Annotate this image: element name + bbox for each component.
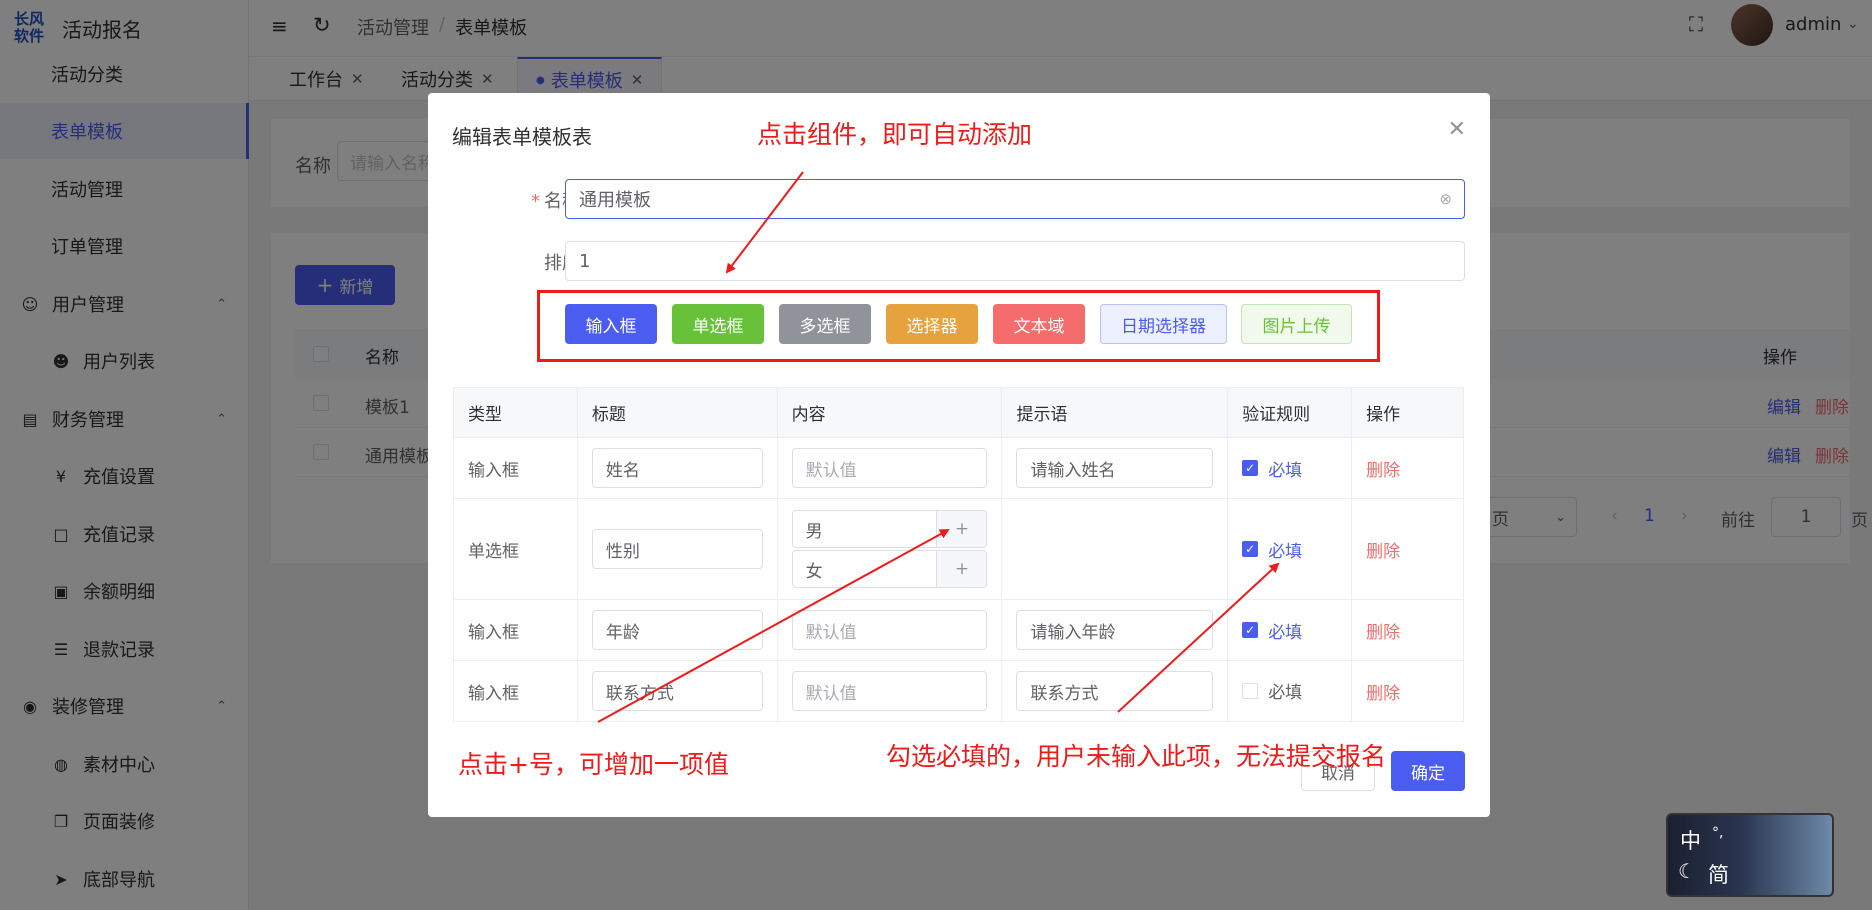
ime-punct-icon: °, (1712, 825, 1724, 841)
annotation-right: 勾选必填的，用户未输入此项，无法提交报名 (886, 742, 1387, 771)
ime-widget[interactable]: 中 °, ☾ 简 (1666, 813, 1834, 897)
ime-mode: 简 (1708, 863, 1729, 887)
annotation-left: 点击+号，可增加一项值 (458, 750, 729, 779)
annotation-top: 点击组件，即可自动添加 (757, 120, 1033, 149)
arrow-left (597, 529, 950, 723)
moon-icon: ☾ (1678, 859, 1696, 883)
arrow-right (1117, 562, 1280, 713)
ime-lang: 中 (1680, 829, 1701, 853)
arrow-top (725, 171, 804, 274)
